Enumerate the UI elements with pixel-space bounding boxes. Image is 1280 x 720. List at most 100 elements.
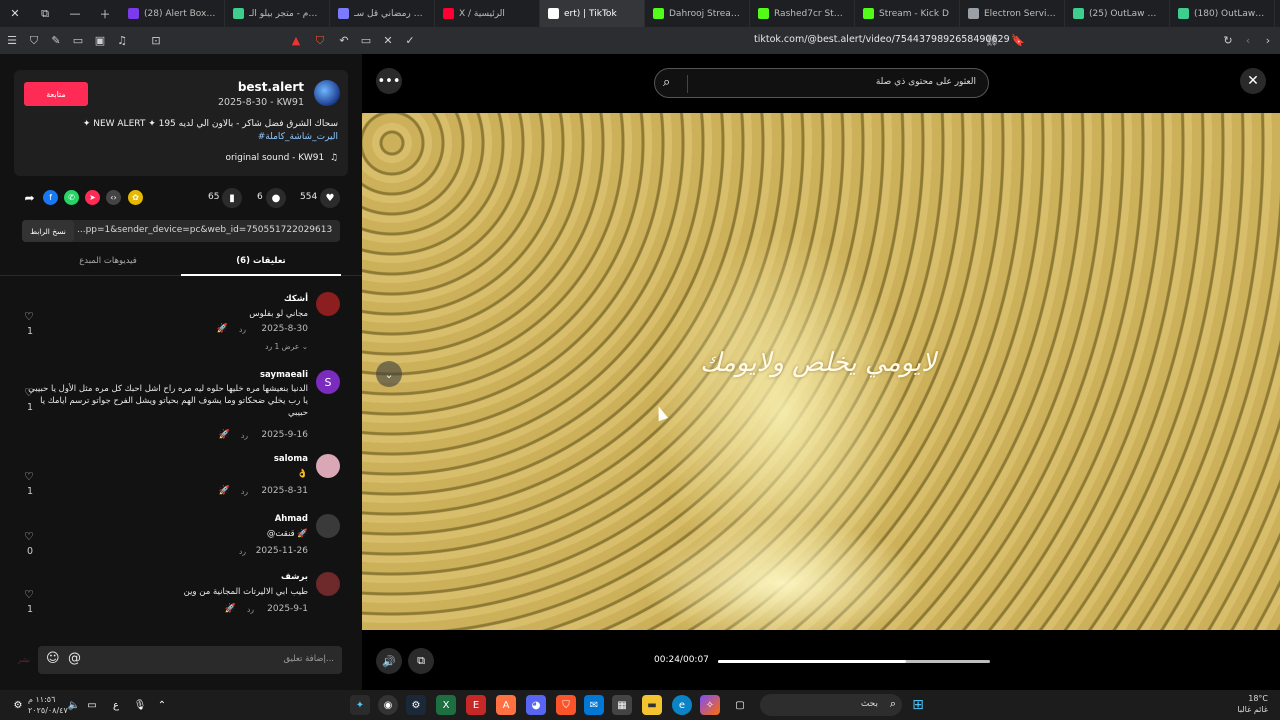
commenter-avatar[interactable] bbox=[316, 514, 340, 538]
address-bar-url[interactable]: tiktok.com/@best.alert/video/75443798926… bbox=[754, 34, 1010, 45]
volume-tray-icon[interactable]: 🔈 bbox=[64, 695, 84, 715]
weather-widget[interactable]: 18°C غائم غالبا bbox=[1230, 693, 1268, 715]
commenter-name[interactable]: برشف bbox=[281, 572, 308, 582]
embed-icon[interactable]: ‹› bbox=[106, 190, 121, 205]
browser-tab[interactable]: (25) OutLaw RD - Li bbox=[1065, 0, 1170, 27]
close-icon[interactable]: ✕ bbox=[1240, 68, 1266, 94]
reload-icon[interactable]: ↻ bbox=[1218, 31, 1238, 51]
share-arrow-icon[interactable]: ➦ bbox=[22, 190, 37, 205]
browser-tab[interactable]: Rashed7cr Stream bbox=[750, 0, 855, 27]
settings-gear-icon[interactable]: ⚙ bbox=[8, 695, 28, 715]
new-tab-button[interactable]: ＋ bbox=[90, 0, 120, 27]
microphone-icon[interactable]: 🎙 bbox=[130, 695, 150, 715]
copy-link-button[interactable]: نسخ الرابط bbox=[22, 220, 74, 242]
facebook-icon[interactable]: f bbox=[43, 190, 58, 205]
more-share-icon[interactable]: ✿ bbox=[128, 190, 143, 205]
commenter-name[interactable]: Ahmad bbox=[275, 514, 308, 524]
whatsapp-icon[interactable]: ✆ bbox=[64, 190, 79, 205]
video-progress-bar[interactable] bbox=[718, 660, 990, 663]
commenter-avatar[interactable] bbox=[316, 454, 340, 478]
brave-shield-icon[interactable]: ⛉ bbox=[310, 31, 330, 51]
commenter-name[interactable]: saymaeali bbox=[260, 370, 308, 380]
red-app-icon[interactable]: E bbox=[466, 695, 486, 715]
sound-line[interactable]: original sound - KW91 ♫ bbox=[225, 153, 338, 163]
discord-icon[interactable]: ◕ bbox=[526, 695, 546, 715]
commenter-avatar[interactable] bbox=[316, 572, 340, 596]
restore-window-icon[interactable]: ⧉ bbox=[30, 0, 60, 27]
post-link-text[interactable]: ...pp=1&sender_device=pc&web_id=75055172… bbox=[77, 225, 332, 235]
creator-avatar[interactable] bbox=[314, 80, 340, 106]
mention-icon[interactable]: @ bbox=[68, 651, 81, 666]
bookmark-icon[interactable]: 🔖 bbox=[1008, 31, 1028, 51]
browser-tab[interactable]: X / الرئيسية bbox=[435, 0, 540, 27]
obs-icon[interactable]: ◉ bbox=[378, 695, 398, 715]
translate-icon[interactable]: ✕ bbox=[378, 31, 398, 51]
emoji-icon[interactable]: ☺ bbox=[46, 651, 60, 666]
minimize-window-icon[interactable]: — bbox=[60, 0, 90, 27]
like-heart-icon[interactable]: ♡ bbox=[24, 470, 34, 483]
brave-icon[interactable]: ⛉ bbox=[556, 695, 576, 715]
vpn-icon[interactable]: ✓ bbox=[400, 31, 420, 51]
reply-button[interactable]: رد bbox=[239, 547, 246, 556]
system-clock[interactable]: ١١:٥٦ م ٢٠٢٥/٠٨/٤٧ bbox=[28, 694, 68, 716]
comment-input[interactable]: ☺ @ إضافة تعليق... bbox=[38, 646, 342, 674]
browser-tab[interactable]: (180) OutLawRp 2.0 bbox=[1170, 0, 1275, 27]
post-hashtag[interactable]: #اليرت_شاشة_كاملة bbox=[28, 131, 338, 144]
video-frame[interactable]: لايومي يخلص ولايومك bbox=[362, 113, 1280, 630]
tab-list-icon[interactable]: ▭ bbox=[68, 31, 88, 51]
network-icon[interactable]: ▭ bbox=[82, 695, 102, 715]
language-indicator[interactable]: ع bbox=[106, 695, 126, 715]
start-windows-icon[interactable]: ⊞ bbox=[908, 695, 928, 715]
orange-app-icon[interactable]: A bbox=[496, 695, 516, 715]
like-heart-icon[interactable]: ♡ bbox=[24, 588, 34, 601]
post-comment-button[interactable]: نشر bbox=[18, 656, 30, 664]
tab-creator-videos[interactable]: فيديوهات المبدع bbox=[28, 256, 188, 276]
cast-icon[interactable]: ▭ bbox=[356, 31, 376, 51]
more-options-icon[interactable]: ••• bbox=[376, 68, 402, 94]
search-icon[interactable]: ⌕ bbox=[663, 75, 670, 90]
sidebar-icon[interactable]: ▣ bbox=[90, 31, 110, 51]
send-to-friends-icon[interactable]: ➤ bbox=[85, 190, 100, 205]
reply-button[interactable]: رد bbox=[239, 325, 246, 334]
tab-comments[interactable]: (6) تعليقات bbox=[181, 256, 341, 276]
browser-tab[interactable]: ert) | TikTok bbox=[540, 0, 645, 27]
shield-icon[interactable]: ⛉ bbox=[24, 31, 44, 51]
commenter-avatar[interactable]: S bbox=[316, 370, 340, 394]
browser-tab[interactable]: Stream - Kick D bbox=[855, 0, 960, 27]
wallet-icon[interactable]: ⊡ bbox=[146, 31, 166, 51]
chevron-down-icon[interactable]: ⌄ bbox=[376, 361, 402, 387]
back-icon[interactable]: ‹ bbox=[1238, 31, 1258, 51]
volume-icon[interactable]: 🔊 bbox=[376, 648, 402, 674]
music-icon[interactable]: ♫ bbox=[112, 31, 132, 51]
view-replies-button[interactable]: عرض 1 رد ⌄ bbox=[265, 342, 308, 351]
app-colorful-icon[interactable]: ✦ bbox=[350, 695, 370, 715]
browser-tab[interactable]: Electron Services bbox=[960, 0, 1065, 27]
like-heart-icon[interactable]: ♡ bbox=[24, 310, 34, 323]
follow-button[interactable]: متابعة bbox=[24, 82, 88, 106]
browser-tab[interactable]: برم برم - متجر بيلو الـ bbox=[225, 0, 330, 27]
related-search-input[interactable]: ⌕ العثور على محتوى ذي صلة bbox=[654, 68, 989, 98]
file-explorer-icon[interactable]: ▬ bbox=[642, 695, 662, 715]
reply-button[interactable]: رد bbox=[241, 431, 248, 440]
forward-icon[interactable]: › bbox=[1258, 31, 1278, 51]
edge-icon[interactable]: e bbox=[672, 695, 692, 715]
commenter-avatar[interactable] bbox=[316, 292, 340, 316]
reply-button[interactable]: رد bbox=[241, 487, 248, 496]
link-icon[interactable]: ⛓ bbox=[982, 31, 1002, 51]
task-view-icon[interactable]: ▢ bbox=[730, 695, 750, 715]
reply-button[interactable]: رد bbox=[247, 605, 254, 614]
browser-tab[interactable]: Dahrooj Stream - W bbox=[645, 0, 750, 27]
taskbar-search[interactable]: بحث ⌕ bbox=[760, 694, 902, 716]
outlook-icon[interactable]: ✉ bbox=[584, 695, 604, 715]
steam-icon[interactable]: ⚙ bbox=[406, 695, 426, 715]
picture-in-picture-icon[interactable]: ⧉ bbox=[408, 648, 434, 674]
back-arrow-icon[interactable]: ↶ bbox=[334, 31, 354, 51]
commenter-name[interactable]: saloma bbox=[274, 454, 308, 464]
bookmark-save-icon[interactable]: ▮ bbox=[222, 188, 242, 208]
like-heart-icon[interactable]: ♡ bbox=[24, 386, 34, 399]
comment-bubble-icon[interactable]: ● bbox=[266, 188, 286, 208]
browser-tab[interactable]: البرت رمضاني قل سـ bbox=[330, 0, 435, 27]
heart-like-icon[interactable]: ♥ bbox=[320, 188, 340, 208]
close-window-icon[interactable]: ✕ bbox=[0, 0, 30, 27]
store-icon[interactable]: ▦ bbox=[612, 695, 632, 715]
